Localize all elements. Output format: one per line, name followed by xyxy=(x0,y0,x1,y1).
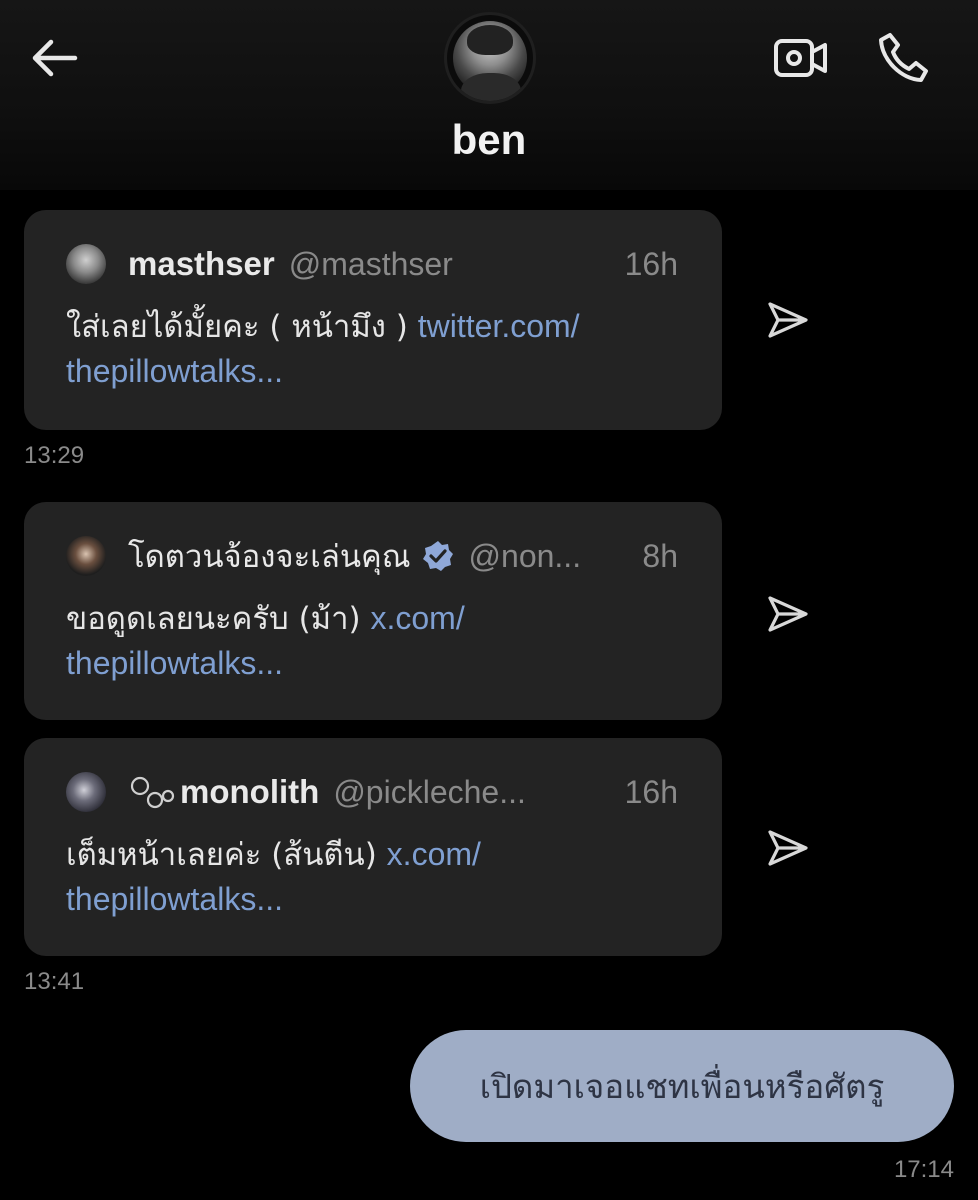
author-avatar xyxy=(66,536,106,576)
video-call-icon xyxy=(774,39,827,77)
post-link-continued[interactable]: thepillowtalks... xyxy=(66,645,283,681)
video-call-button[interactable] xyxy=(772,34,830,82)
back-button[interactable] xyxy=(26,30,82,86)
shared-post-card[interactable]: masthser @masthser 16h ใส่เลยได้มั้ยคะ (… xyxy=(24,210,722,430)
message-timestamp: 13:29 xyxy=(24,442,85,469)
post-time: 16h xyxy=(624,245,678,282)
shared-post-card[interactable]: โดตวนจ้องจะเล่นคุณ @non... 8h ขอดูดเลยนะ… xyxy=(24,502,722,720)
voice-call-button[interactable] xyxy=(874,30,932,86)
post-text: เต็มหน้าเลยค่ะ (ส้นตีน) x.com/ thepillow… xyxy=(66,832,678,922)
post-link[interactable]: x.com/ xyxy=(387,836,481,872)
message-timestamp: 13:41 xyxy=(24,968,85,995)
author-handle: @non... xyxy=(468,537,582,574)
post-link[interactable]: x.com/ xyxy=(370,600,464,636)
post-text: ขอดูดเลยนะครับ (ม้า) x.com/ thepillowtal… xyxy=(66,596,678,686)
shared-post-card[interactable]: monolith @pickleche... 16h เต็มหน้าเลยค่… xyxy=(24,738,722,956)
post-body: ใส่เลยได้มั้ยคะ ( หน้ามึง ) xyxy=(66,309,418,345)
author-display-name: monolith xyxy=(180,773,320,810)
send-icon xyxy=(768,596,808,632)
post-body: เต็มหน้าเลยค่ะ (ส้นตีน) xyxy=(66,837,387,873)
share-button[interactable] xyxy=(764,590,812,638)
post-link-continued[interactable]: thepillowtalks... xyxy=(66,353,283,389)
contact-name[interactable]: ben xyxy=(0,116,978,164)
share-button[interactable] xyxy=(764,296,812,344)
bubbles-icon xyxy=(130,776,175,809)
post-link[interactable]: twitter.com/ xyxy=(418,308,580,344)
post-time: 8h xyxy=(642,537,678,574)
author-handle: @masthser xyxy=(288,245,453,282)
post-body: ขอดูดเลยนะครับ (ม้า) xyxy=(66,601,371,637)
outgoing-message-timestamp: 17:14 xyxy=(893,1156,954,1183)
author-avatar xyxy=(66,772,106,812)
post-text: ใส่เลยได้มั้ยคะ ( หน้ามึง ) twitter.com/… xyxy=(66,304,678,394)
chat-header: ben xyxy=(0,0,978,190)
author-avatar xyxy=(66,244,106,284)
verified-badge-icon xyxy=(422,541,453,571)
send-icon xyxy=(768,302,808,338)
author-display-name: masthser xyxy=(128,245,275,282)
post-link-continued[interactable]: thepillowtalks... xyxy=(66,881,283,917)
outgoing-message-bubble[interactable]: เปิดมาเจอแชทเพื่อนหรือศัตรู xyxy=(410,1030,954,1142)
contact-avatar[interactable] xyxy=(444,12,536,104)
author-display-name: โดตวนจ้องจะเล่นคุณ xyxy=(128,539,411,575)
post-time: 16h xyxy=(624,773,678,810)
back-arrow-icon xyxy=(32,39,78,77)
send-icon xyxy=(768,830,808,866)
share-button[interactable] xyxy=(764,824,812,872)
phone-icon xyxy=(879,33,928,82)
author-handle: @pickleche... xyxy=(333,773,526,810)
